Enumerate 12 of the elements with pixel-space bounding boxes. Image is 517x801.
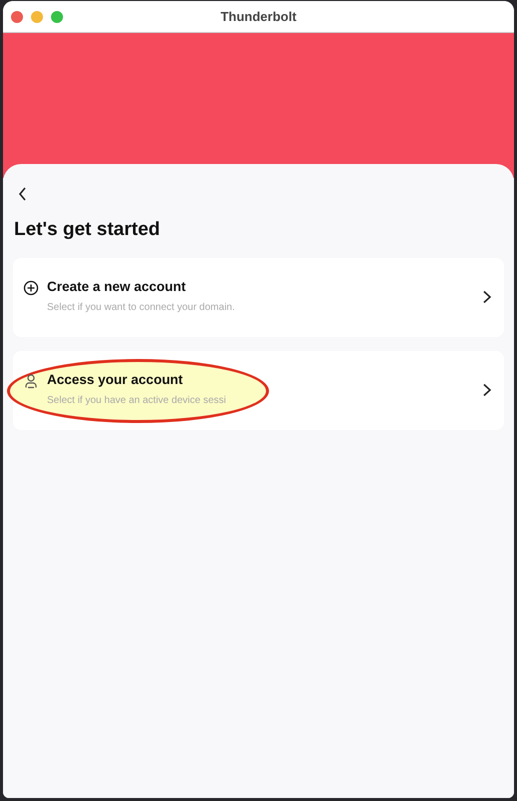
plus-circle-icon <box>23 280 39 296</box>
option-card[interactable]: Create a new account Select if you want to connect your domain. <box>13 258 504 336</box>
close-button[interactable] <box>11 10 23 22</box>
page-heading: Let's get started <box>14 218 161 242</box>
minimize-button[interactable] <box>31 10 43 22</box>
option-description: Select if you have an active device sessi <box>47 394 227 408</box>
chevron-right-icon <box>482 383 492 397</box>
chevron-right-icon <box>482 290 492 304</box>
zoom-button[interactable] <box>51 10 63 22</box>
option-description: Select if you want to connect your domain. <box>47 300 236 315</box>
window-title: Thunderbolt <box>220 8 296 26</box>
person-icon <box>23 372 39 388</box>
